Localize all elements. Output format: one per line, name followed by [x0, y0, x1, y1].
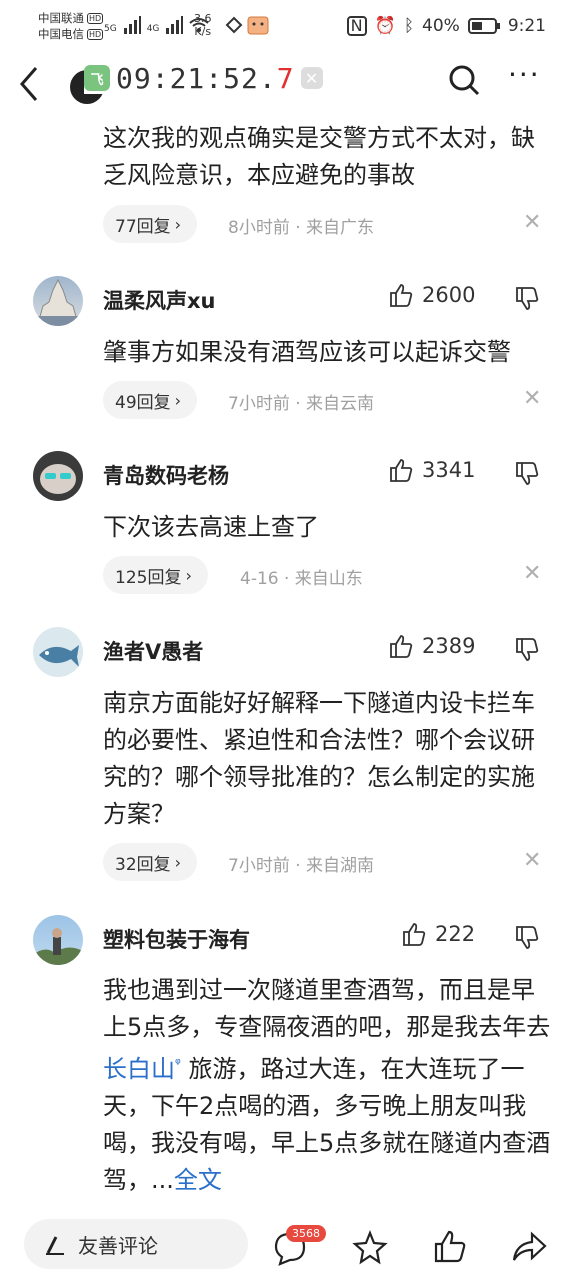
- thumbs-up-icon[interactable]: [432, 1228, 468, 1268]
- comment-count-badge: 3568: [286, 1225, 326, 1242]
- avatar[interactable]: [33, 451, 83, 501]
- full-text-link[interactable]: 全文: [174, 1166, 222, 1194]
- chevron-right-icon: ›: [174, 390, 182, 410]
- comment-text-part: 我也遇到过一次隧道里查酒驾，而且是早上5点多，专查隔夜酒的吧，那是我去年去: [103, 976, 551, 1041]
- status-bar: 中国联通 HD 中国电信 HD 5G 4G 3.6 K/s N ⏰ ᛒ 40% 9:…: [0, 0, 576, 56]
- comment-text: 肇事方如果没有酒驾应该可以起诉交警: [103, 338, 511, 366]
- search-link[interactable]: 长白山ᵠ: [103, 1055, 181, 1083]
- timer-tenths: 7: [276, 61, 295, 95]
- clock: 9:21: [507, 16, 546, 36]
- thumbs-down-icon[interactable]: [514, 925, 540, 955]
- reply-count: 32回复: [115, 854, 171, 875]
- timer-text: 09:21:52.7: [116, 62, 295, 95]
- dismiss-icon[interactable]: ✕: [523, 386, 541, 411]
- comment-input[interactable]: 友善评论: [24, 1219, 248, 1269]
- username[interactable]: 青岛数码老杨: [103, 460, 229, 490]
- reply-button[interactable]: 49回复 ›: [103, 381, 198, 419]
- comment-meta: 7小时前 · 来自湖南: [228, 856, 375, 876]
- chevron-right-icon: ›: [174, 852, 182, 872]
- pen-icon: [46, 1236, 64, 1255]
- sig1-label: 5G: [104, 24, 117, 34]
- like-count: 222: [435, 922, 476, 946]
- battery-percent: 40%: [422, 16, 460, 36]
- app-notification-icons: [224, 14, 274, 39]
- thumbs-up-icon: [390, 459, 413, 482]
- net-speed-unit: K/s: [194, 25, 212, 38]
- hd-tag: HD: [87, 12, 104, 24]
- reply-count: 49回复: [115, 392, 171, 413]
- dismiss-icon[interactable]: ✕: [523, 561, 541, 586]
- like-button[interactable]: 2389: [388, 633, 475, 659]
- avatar[interactable]: [33, 627, 83, 677]
- username[interactable]: 温柔风声xu: [103, 285, 216, 315]
- like-button[interactable]: 222: [401, 921, 475, 947]
- username[interactable]: 塑料包装于海有: [103, 924, 250, 954]
- comment-text: 这次我的观点确实是交警方式不太对，缺乏风险意识，本应避免的事故: [103, 124, 535, 189]
- like-count: 2600: [422, 283, 476, 307]
- notification-icon: [225, 16, 269, 35]
- chevron-right-icon: ›: [174, 214, 182, 234]
- net-speed-value: 3.6: [194, 12, 212, 25]
- hd-tag: HD: [87, 28, 104, 40]
- comment-meta: 7小时前 · 来自云南: [228, 394, 375, 414]
- thumbs-down-icon[interactable]: [514, 637, 540, 667]
- like-button[interactable]: 2600: [388, 282, 475, 308]
- reply-button[interactable]: 125回复 ›: [103, 556, 208, 594]
- search-link-text: 长白山: [103, 1055, 175, 1083]
- reply-button[interactable]: 32回复 ›: [103, 843, 198, 881]
- comment-meta: 8小时前 · 来自广东: [228, 218, 375, 238]
- timer-overlay[interactable]: 飞 09:21:52.7 ✕: [84, 62, 329, 95]
- thumbs-up-icon: [390, 284, 413, 307]
- avatar[interactable]: [33, 915, 83, 965]
- battery-icon: [467, 18, 500, 34]
- timer-main: 09:21:52.: [116, 61, 277, 95]
- timer-close-icon[interactable]: ✕: [300, 67, 323, 89]
- thumbs-up-icon: [403, 923, 426, 946]
- alarm-icon: ⏰: [374, 16, 396, 36]
- sig2-label: 4G: [146, 24, 160, 34]
- status-right: N ⏰ ᛒ 40% 9:21: [346, 16, 546, 36]
- signal-icon: [166, 16, 184, 34]
- like-button[interactable]: 3341: [388, 457, 475, 483]
- thumbs-up-icon: [390, 635, 413, 658]
- more-icon[interactable]: ···: [508, 58, 541, 91]
- carrier-1: 中国联通: [38, 11, 84, 25]
- like-count: 2389: [422, 634, 476, 658]
- comment-meta: 4-16 · 来自山东: [240, 569, 363, 589]
- carrier-2: 中国电信: [38, 27, 84, 41]
- share-icon[interactable]: [510, 1228, 548, 1268]
- signal-icon: [123, 16, 141, 34]
- comment-text: 南京方面能好好解释一下隧道内设卡拦车的必要性、紧迫性和合法性？哪个会议研究的？哪…: [103, 689, 535, 828]
- nfc-icon: N: [346, 16, 367, 36]
- reply-button[interactable]: 77回复 ›: [103, 205, 198, 243]
- timer-app-icon: 飞: [84, 65, 110, 91]
- top-nav: 飞 09:21:52.7 ✕ ···: [0, 56, 576, 112]
- star-icon[interactable]: [352, 1230, 388, 1270]
- thumbs-down-icon[interactable]: [514, 286, 540, 316]
- carrier-info: 中国联通 HD 中国电信 HD: [38, 10, 104, 42]
- comment-text: 我也遇到过一次隧道里查酒驾，而且是早上5点多，专查隔夜酒的吧，那是我去年去长白山…: [103, 972, 553, 1199]
- reply-count: 125回复: [115, 567, 182, 588]
- bluetooth-icon: ᛒ: [403, 16, 415, 36]
- comment-text: 下次该去高速上查了: [103, 513, 319, 541]
- like-count: 3341: [422, 458, 476, 482]
- dismiss-icon[interactable]: ✕: [523, 848, 541, 873]
- comment-input-placeholder: 友善评论: [78, 1233, 158, 1258]
- avatar[interactable]: [33, 276, 83, 326]
- username[interactable]: 渔者V愚者: [103, 636, 203, 666]
- net-speed: 3.6 K/s: [194, 12, 212, 38]
- back-icon[interactable]: [18, 64, 42, 113]
- search-icon[interactable]: [446, 62, 482, 102]
- bottom-bar: 友善评论 3568: [0, 1208, 576, 1280]
- thumbs-down-icon[interactable]: [514, 461, 540, 491]
- chevron-right-icon: ›: [185, 565, 192, 585]
- reply-count: 77回复: [115, 216, 171, 237]
- dismiss-icon[interactable]: ✕: [523, 210, 541, 235]
